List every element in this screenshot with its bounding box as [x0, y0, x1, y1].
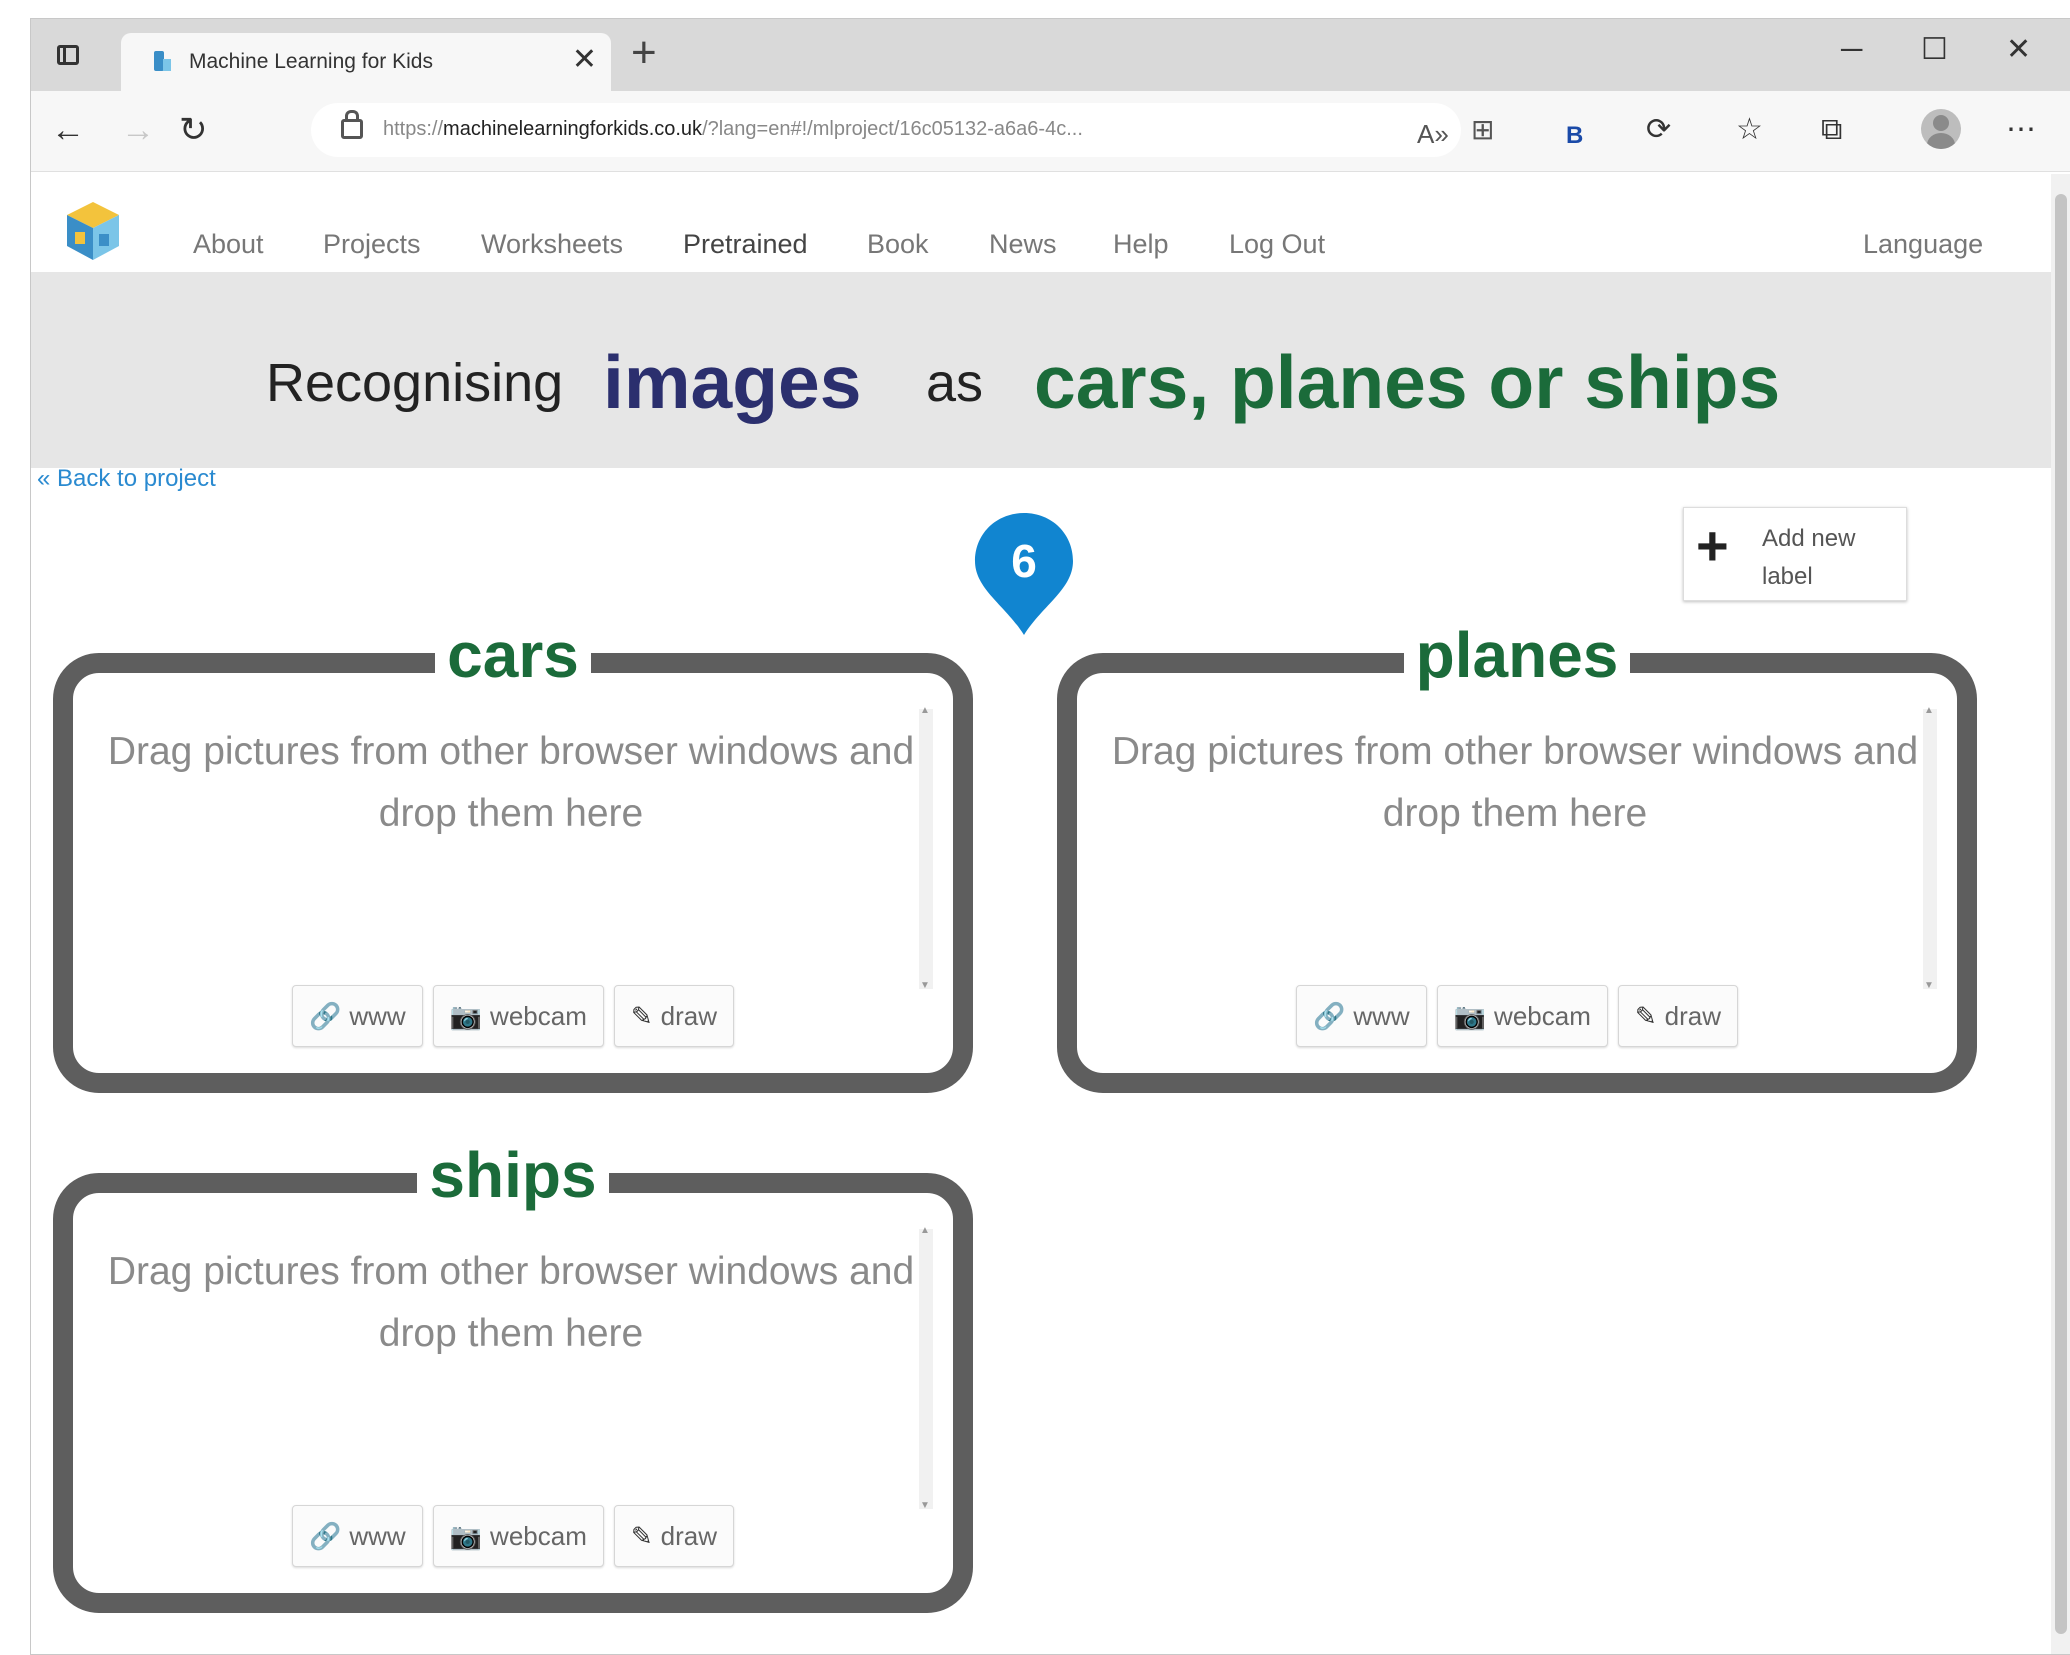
nav-about[interactable]: About [193, 229, 264, 260]
link-icon: 🔗 [308, 1521, 342, 1551]
webcam-button[interactable]: 📷 webcam [432, 985, 604, 1047]
browser-window: Machine Learning for Kids ✕ + ─ ☐ ✕ ← → … [30, 18, 2070, 1655]
extension-icon[interactable]: B [1566, 117, 1583, 155]
pencil-icon: ✎ [630, 1521, 653, 1551]
header-labels: cars, planes or ships [1034, 340, 1781, 424]
maximize-icon[interactable]: ☐ [1921, 33, 1948, 67]
link-icon: 🔗 [308, 1001, 342, 1031]
bucket-actions: 🔗 www 📷 webcam ✎ draw [1077, 985, 1957, 1047]
bucket-scrollbar[interactable] [919, 705, 933, 991]
label-bucket-ships[interactable]: ships Drag pictures from other browser w… [53, 1139, 973, 1613]
address-bar[interactable]: https://machinelearningforkids.co.uk/?la… [311, 103, 1461, 157]
tab-close-icon[interactable]: ✕ [572, 45, 597, 75]
lock-icon[interactable] [341, 110, 363, 139]
nav-pretrained[interactable]: Pretrained [683, 229, 808, 260]
draw-button[interactable]: ✎ draw [1617, 985, 1739, 1047]
step-badge-number: 6 [1011, 535, 1037, 587]
bucket-title: planes [1077, 615, 1957, 695]
browser-tab[interactable]: Machine Learning for Kids ✕ [121, 33, 611, 91]
drop-zone-text: Drag pictures from other browser windows… [107, 730, 915, 835]
header-recognising: Recognising [266, 353, 564, 413]
www-button[interactable]: 🔗 www [1295, 985, 1427, 1047]
bucket-scrollbar[interactable] [919, 1225, 933, 1511]
header-images: images [603, 340, 862, 424]
draw-button[interactable]: ✎ draw [613, 985, 735, 1047]
nav-news[interactable]: News [989, 229, 1057, 260]
camera-icon: 📷 [449, 1521, 483, 1551]
link-icon: 🔗 [1312, 1001, 1346, 1031]
page-scrollbar[interactable] [2051, 174, 2070, 1654]
back-icon[interactable]: ← [51, 111, 85, 149]
new-tab-button[interactable]: + [631, 31, 657, 75]
bucket-title: cars [73, 615, 953, 695]
favorites-icon[interactable]: ☆ [1736, 111, 1763, 149]
nav-language[interactable]: Language [1863, 229, 1983, 260]
back-to-project-link[interactable]: « Back to project [37, 465, 216, 493]
scrollbar-thumb[interactable] [2055, 194, 2067, 1634]
collections-icon[interactable]: ⧉ [1821, 111, 1842, 149]
site-logo-icon[interactable] [63, 200, 123, 262]
webcam-button[interactable]: 📷 webcam [1436, 985, 1608, 1047]
minimize-icon[interactable]: ─ [1841, 33, 1862, 67]
label-bucket-planes[interactable]: planes Drag pictures from other browser … [1057, 619, 1977, 1093]
nav-log-out[interactable]: Log Out [1229, 229, 1325, 260]
tab-title: Machine Learning for Kids [189, 50, 433, 73]
tab-actions-icon[interactable] [55, 41, 85, 71]
more-options-icon[interactable]: ⋯ [2006, 111, 2036, 149]
nav-projects[interactable]: Projects [323, 229, 421, 260]
bucket-scrollbar[interactable] [1923, 705, 1937, 991]
add-new-label-button[interactable]: + Add new label [1683, 507, 1907, 601]
read-aloud-icon[interactable]: A» [1417, 115, 1449, 153]
nav-book[interactable]: Book [867, 229, 929, 260]
plus-icon: + [1696, 514, 1729, 577]
camera-icon: 📷 [1453, 1001, 1487, 1031]
profile-avatar[interactable] [1921, 109, 1961, 149]
bucket-title: ships [73, 1135, 953, 1215]
bucket-actions: 🔗 www 📷 webcam ✎ draw [73, 1505, 953, 1567]
app-available-icon[interactable]: ⊞ [1471, 111, 1494, 149]
extensions-icon[interactable]: ⟳ [1646, 111, 1671, 149]
nav-worksheets[interactable]: Worksheets [481, 229, 623, 260]
step-badge: 6 [975, 513, 1073, 635]
tab-bar: Machine Learning for Kids ✕ + ─ ☐ ✕ [31, 19, 2070, 91]
pencil-icon: ✎ [630, 1001, 653, 1031]
www-button[interactable]: 🔗 www [291, 985, 423, 1047]
drop-zone-text: Drag pictures from other browser windows… [1111, 730, 1919, 835]
add-new-label-text: Add new label [1762, 525, 1856, 590]
label-bucket-cars[interactable]: cars Drag pictures from other browser wi… [53, 619, 973, 1093]
pencil-icon: ✎ [1634, 1001, 1657, 1031]
header-as: as [926, 353, 984, 413]
draw-button[interactable]: ✎ draw [613, 1505, 735, 1567]
www-button[interactable]: 🔗 www [291, 1505, 423, 1567]
webcam-button[interactable]: 📷 webcam [432, 1505, 604, 1567]
nav-help[interactable]: Help [1113, 229, 1169, 260]
bucket-actions: 🔗 www 📷 webcam ✎ draw [73, 985, 953, 1047]
refresh-icon[interactable]: ↻ [179, 111, 208, 149]
close-window-icon[interactable]: ✕ [2006, 33, 2031, 67]
page-header: Recognising images as cars, planes or sh… [31, 272, 2070, 468]
favicon-icon [151, 49, 173, 75]
drop-zone-text: Drag pictures from other browser windows… [107, 1250, 915, 1355]
camera-icon: 📷 [449, 1001, 483, 1031]
url-text[interactable]: https://machinelearningforkids.co.uk/?la… [383, 118, 1083, 141]
forward-icon[interactable]: → [121, 111, 155, 149]
browser-toolbar: ← → ↻ https://machinelearningforkids.co.… [31, 91, 2070, 172]
